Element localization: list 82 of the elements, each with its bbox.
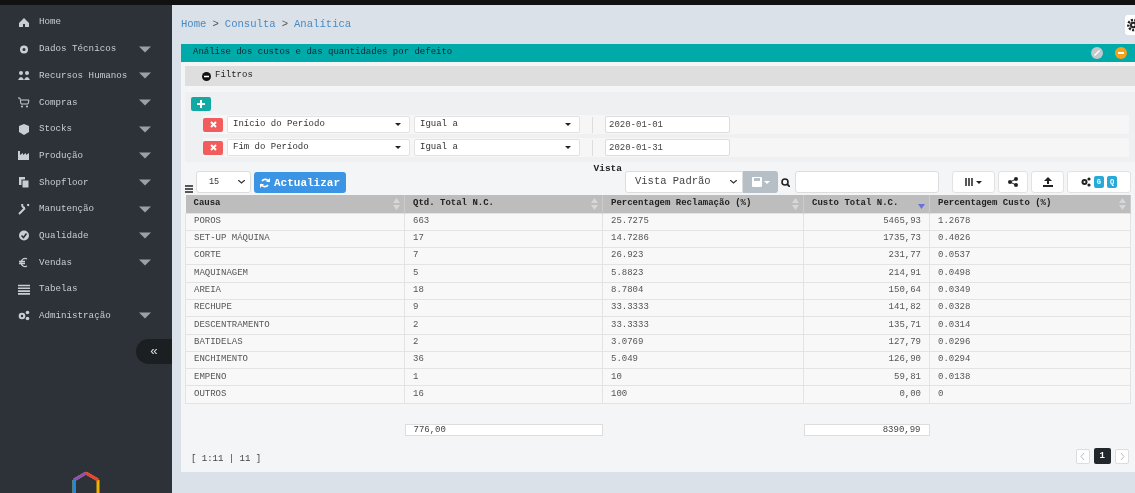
page-size-select[interactable]: 15 bbox=[196, 171, 251, 193]
factory-icon bbox=[18, 150, 30, 162]
panel-title: Análise dos custos e das quantidades por defeito bbox=[193, 46, 454, 60]
sidebar-item[interactable]: Qualidade bbox=[0, 222, 172, 250]
column-header[interactable]: Causa bbox=[185, 195, 405, 213]
field-select[interactable]: Início do Período bbox=[227, 116, 410, 133]
column-header[interactable]: Percentagem Custo (%) bbox=[929, 195, 1131, 213]
upload-icon bbox=[1042, 177, 1053, 187]
share-button[interactable] bbox=[998, 171, 1028, 193]
cart-icon bbox=[18, 96, 30, 108]
view-label: Vista bbox=[593, 162, 622, 176]
caret-icon bbox=[395, 146, 401, 149]
house-icon bbox=[18, 16, 30, 28]
column-header[interactable]: Percentagem Reclamação (%) bbox=[602, 195, 804, 213]
table-cell: 25.7275 bbox=[602, 213, 804, 231]
caret-icon bbox=[565, 123, 571, 126]
total-cell: 8390,99 bbox=[803, 424, 930, 437]
caret-icon bbox=[565, 146, 571, 149]
total-cell: 776,00 bbox=[404, 424, 603, 437]
chevron-right-icon bbox=[1119, 452, 1125, 460]
sidebar-item[interactable]: Shopfloor bbox=[0, 169, 172, 196]
view-select[interactable]: Vista Padrão bbox=[625, 171, 743, 193]
remove-filter-button[interactable] bbox=[203, 117, 223, 132]
caret-icon bbox=[976, 180, 982, 184]
sidebar-item[interactable]: Tabelas bbox=[0, 275, 172, 303]
collapse-button[interactable]: « bbox=[136, 339, 172, 365]
save-icon bbox=[751, 177, 762, 187]
hexagon-logo bbox=[71, 471, 101, 493]
column-header[interactable]: Qtd. Total N.C. bbox=[404, 195, 603, 213]
export-button[interactable] bbox=[1031, 171, 1064, 193]
document-icon bbox=[18, 176, 30, 188]
menu-icon bbox=[185, 185, 193, 193]
breadcrumb-separator: > bbox=[281, 16, 288, 32]
columns-button[interactable] bbox=[952, 171, 995, 193]
sidebar-item[interactable]: Recursos Humanos bbox=[0, 62, 172, 90]
plus-icon bbox=[197, 100, 205, 108]
list-icon bbox=[18, 283, 30, 295]
chevron-icon bbox=[730, 180, 737, 184]
operator-select[interactable]: Igual a bbox=[414, 139, 580, 156]
box-icon bbox=[18, 123, 30, 135]
record-count: [ 1:11 | 11 ] bbox=[191, 453, 263, 467]
sidebar-item[interactable]: Stocks bbox=[0, 115, 172, 143]
check-circle-icon bbox=[18, 230, 30, 242]
refresh-icon bbox=[260, 177, 270, 188]
value-field[interactable]: 2020-01-01 bbox=[605, 116, 730, 133]
sidebar-item[interactable]: Produção bbox=[0, 142, 172, 170]
caret-icon bbox=[763, 180, 770, 184]
columns-icon bbox=[965, 178, 973, 186]
settings-icon bbox=[1125, 15, 1135, 35]
search-field[interactable] bbox=[795, 171, 939, 193]
share-icon bbox=[1008, 177, 1018, 187]
sidebar-item[interactable]: Vendas bbox=[0, 249, 172, 276]
close-icon bbox=[209, 121, 217, 128]
minimize-icon bbox=[1115, 47, 1127, 59]
remove-filter-button[interactable] bbox=[203, 140, 223, 155]
euro-icon bbox=[18, 257, 30, 269]
add-filter-button[interactable] bbox=[191, 97, 211, 111]
table-cell: 663 bbox=[404, 213, 603, 231]
caret-icon bbox=[395, 123, 401, 126]
sidebar-item[interactable]: Manutenção bbox=[0, 195, 172, 223]
table-cell: 1.2678 bbox=[929, 213, 1131, 231]
table-cell: 5465,93 bbox=[803, 213, 930, 231]
save-view-button[interactable] bbox=[743, 171, 778, 193]
field-select[interactable]: Fim do Período bbox=[227, 139, 410, 156]
sidebar-item[interactable]: Administração bbox=[0, 302, 172, 330]
breadcrumb-separator: > bbox=[212, 16, 219, 32]
table-cell: POROS bbox=[185, 213, 405, 231]
gears-icon bbox=[18, 310, 30, 322]
filters-header[interactable]: Filtros bbox=[185, 66, 1135, 86]
chevron-left-icon bbox=[1080, 452, 1086, 460]
search-icon bbox=[781, 178, 790, 187]
value-field[interactable]: 2020-01-31 bbox=[605, 139, 730, 156]
sidebar-item[interactable]: Dados Técnicos bbox=[0, 35, 172, 63]
column-header[interactable]: Custo Total N.C. bbox=[803, 195, 930, 213]
operator-select[interactable]: Igual a bbox=[414, 116, 580, 133]
page-button[interactable]: 1 bbox=[1093, 448, 1111, 464]
sidebar-item[interactable]: Home bbox=[0, 9, 172, 36]
gears-icon bbox=[1080, 177, 1091, 187]
chevron-icon bbox=[238, 180, 245, 184]
people-icon bbox=[18, 70, 30, 82]
close-icon bbox=[209, 144, 217, 151]
sidebar-item[interactable]: Compras bbox=[0, 89, 172, 116]
